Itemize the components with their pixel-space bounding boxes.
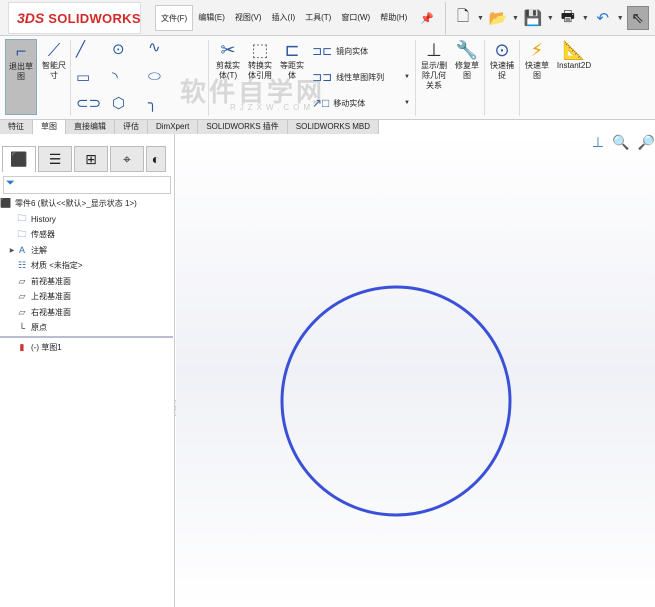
menu-view[interactable]: 视图(V)	[230, 5, 267, 31]
mirror-entities-button[interactable]: ⊐⊏ 镜向实体	[312, 44, 368, 58]
tree-item-annotations[interactable]: ▶ A 注解	[0, 243, 173, 259]
new-document-icon[interactable]: 🗋	[452, 6, 474, 30]
tree-item-sketch1[interactable]: ▮ (-) 草图1	[0, 340, 173, 356]
chevron-down-icon[interactable]: ▼	[617, 15, 624, 22]
feature-tree-tab-icon[interactable]: ⬛	[2, 146, 36, 172]
part-icon: ⬛	[0, 198, 12, 209]
menu-edit[interactable]: 编辑(E)	[193, 5, 230, 31]
sensor-folder-icon: 🗀	[17, 228, 27, 239]
spline-icon[interactable]: ∿	[148, 38, 161, 56]
arc-icon[interactable]: ◝	[112, 68, 118, 86]
material-icon: ☷	[17, 260, 27, 271]
rectangle-icon[interactable]: ▭	[76, 68, 90, 86]
wrench-icon: 🔧	[455, 40, 479, 60]
tree-item-right-plane[interactable]: ▱ 右视基准面	[0, 305, 173, 321]
tree-item-origin[interactable]: └ 原点	[0, 320, 173, 336]
command-manager-tabs: 特征 草图 直接编辑 评估 DimXpert SOLIDWORKS 插件 SOL…	[0, 120, 380, 134]
rollback-bar[interactable]	[0, 335, 173, 338]
pin-icon[interactable]: 📌	[420, 12, 434, 25]
history-folder-icon: 🗀	[17, 213, 27, 224]
quick-snaps-button[interactable]: ⊙ 快速捕捉	[486, 39, 518, 81]
tab-features[interactable]: 特征	[0, 120, 33, 134]
tree-item-material[interactable]: ☷ 材质 <未指定>	[0, 258, 173, 274]
mirror-icon: ⊐⊏	[312, 44, 333, 58]
tab-dimxpert[interactable]: DimXpert	[148, 120, 199, 134]
snap-icon: ⊙	[494, 40, 510, 60]
property-manager-tab-icon[interactable]: ☰	[38, 146, 72, 172]
polygon-icon[interactable]: ⬡	[112, 94, 125, 112]
filter-icon[interactable]: ⏷	[3, 176, 171, 194]
tree-item-top-plane[interactable]: ▱ 上视基准面	[0, 289, 173, 305]
select-cursor-icon[interactable]: ⇖	[626, 6, 649, 30]
feature-manager-panel: ⬛ ☰ ⊞ ⌖ ◐ ⏷ ⬛ 零件6 (默认<<默认>_显示状态 1>) 🗀 Hist…	[0, 134, 175, 607]
repair-sketch-button[interactable]: 🔧 修复草图	[452, 39, 482, 81]
chevron-down-icon[interactable]: ▼	[582, 15, 589, 22]
command-manager: ⌐ 退出草图 ⟋ 智能尺寸 ╱ ⊙ ∿ ▭ ◝ ⬭ ⊂⊃ ⬡ ╮ ✂ 剪裁实体(T) …	[0, 36, 655, 120]
exit-sketch-button[interactable]: ⌐ 退出草图	[5, 39, 37, 115]
line-icon[interactable]: ╱	[76, 40, 85, 58]
sketch-svg	[280, 285, 512, 517]
solidworks-logo[interactable]: 3DS SOLIDWORKS	[8, 2, 141, 34]
smart-dimension-icon: ⟋	[47, 40, 61, 60]
display-relations-button[interactable]: ⊥ 显示/删除几何关系	[417, 39, 451, 91]
quick-access-toolbar: 🗋 ▼ 📂 ▼ 💾 ▼ 🖶 ▼ ↶ ▼ ⇖	[445, 2, 649, 34]
offset-icon: ⊏	[284, 40, 300, 60]
sketch-icon: ▮	[19, 341, 25, 352]
feature-tree: ⬛ 零件6 (默认<<默认>_显示状态 1>) 🗀 History 🗀 传感器 ▶ A 注…	[0, 196, 173, 355]
title-bar: 3DS SOLIDWORKS 文件(F) 编辑(E) 视图(V) 插入(I) 工具…	[0, 0, 655, 36]
undo-icon[interactable]: ↶	[592, 6, 614, 30]
chevron-down-icon[interactable]: ▼	[547, 15, 554, 22]
menu-help[interactable]: 帮助(H)	[375, 5, 412, 31]
menu-window[interactable]: 窗口(W)	[336, 5, 375, 31]
tab-mbd[interactable]: SOLIDWORKS MBD	[288, 120, 380, 134]
instant2d-button[interactable]: 📐 Instant2D	[554, 39, 594, 71]
relations-icon: ⊥	[426, 40, 442, 60]
save-icon[interactable]: 💾	[522, 6, 544, 30]
rapid-sketch-icon: ⚡	[530, 40, 544, 60]
circle-icon[interactable]: ⊙	[112, 40, 125, 58]
tab-sketch[interactable]: 草图	[33, 120, 66, 134]
dimxpert-tab-icon[interactable]: ⌖	[110, 146, 144, 172]
tree-root-part[interactable]: ⬛ 零件6 (默认<<默认>_显示状态 1>)	[0, 196, 173, 212]
fillet-icon[interactable]: ╮	[148, 94, 157, 112]
open-folder-icon[interactable]: 📂	[487, 6, 509, 30]
expand-icon[interactable]: ▶	[8, 247, 16, 254]
chevron-down-icon[interactable]: ▼	[512, 15, 519, 22]
tab-direct-editing[interactable]: 直接编辑	[66, 120, 115, 134]
plane-icon: ▱	[18, 275, 26, 286]
menu-insert[interactable]: 插入(I)	[267, 5, 301, 31]
graphics-area[interactable]: ⊥ 🔍 🔎	[176, 134, 655, 607]
print-icon[interactable]: 🖶	[557, 6, 579, 30]
tab-evaluate[interactable]: 评估	[115, 120, 148, 134]
plane-icon: ▱	[18, 291, 26, 302]
menu-bar: 文件(F) 编辑(E) 视图(V) 插入(I) 工具(T) 窗口(W) 帮助(H…	[155, 4, 434, 32]
appearance-tab-icon[interactable]: ◐	[146, 146, 166, 172]
ellipse-icon[interactable]: ⬭	[148, 68, 161, 85]
chevron-down-icon[interactable]: ▼	[404, 74, 410, 80]
cube-icon: ⬚	[251, 40, 269, 60]
configuration-manager-tab-icon[interactable]: ⊞	[74, 146, 108, 172]
smart-dimension-button[interactable]: ⟋ 智能尺寸	[40, 39, 68, 81]
tree-item-front-plane[interactable]: ▱ 前视基准面	[0, 274, 173, 290]
exit-sketch-icon: ⌐	[15, 41, 27, 61]
chevron-down-icon[interactable]: ▼	[477, 15, 484, 22]
scissors-icon: ✂	[220, 40, 236, 60]
rapid-sketch-button[interactable]: ⚡ 快速草图	[521, 39, 553, 81]
plane-icon: ▱	[18, 306, 26, 317]
menu-tools[interactable]: 工具(T)	[300, 5, 336, 31]
menu-file[interactable]: 文件(F)	[155, 5, 194, 31]
annotations-folder-icon: A	[18, 245, 25, 256]
instant2d-icon: 📐	[562, 40, 586, 60]
sketch-circle[interactable]	[280, 285, 512, 517]
chevron-down-icon[interactable]: ▼	[404, 100, 410, 106]
tree-item-sensors[interactable]: 🗀 传感器	[0, 227, 173, 243]
watermark-url: RJZXW.COM	[230, 103, 314, 112]
tree-item-history[interactable]: 🗀 History	[0, 212, 173, 228]
tab-addins[interactable]: SOLIDWORKS 插件	[198, 120, 288, 134]
origin-icon: └	[18, 322, 26, 333]
slot-icon[interactable]: ⊂⊃	[76, 94, 101, 112]
